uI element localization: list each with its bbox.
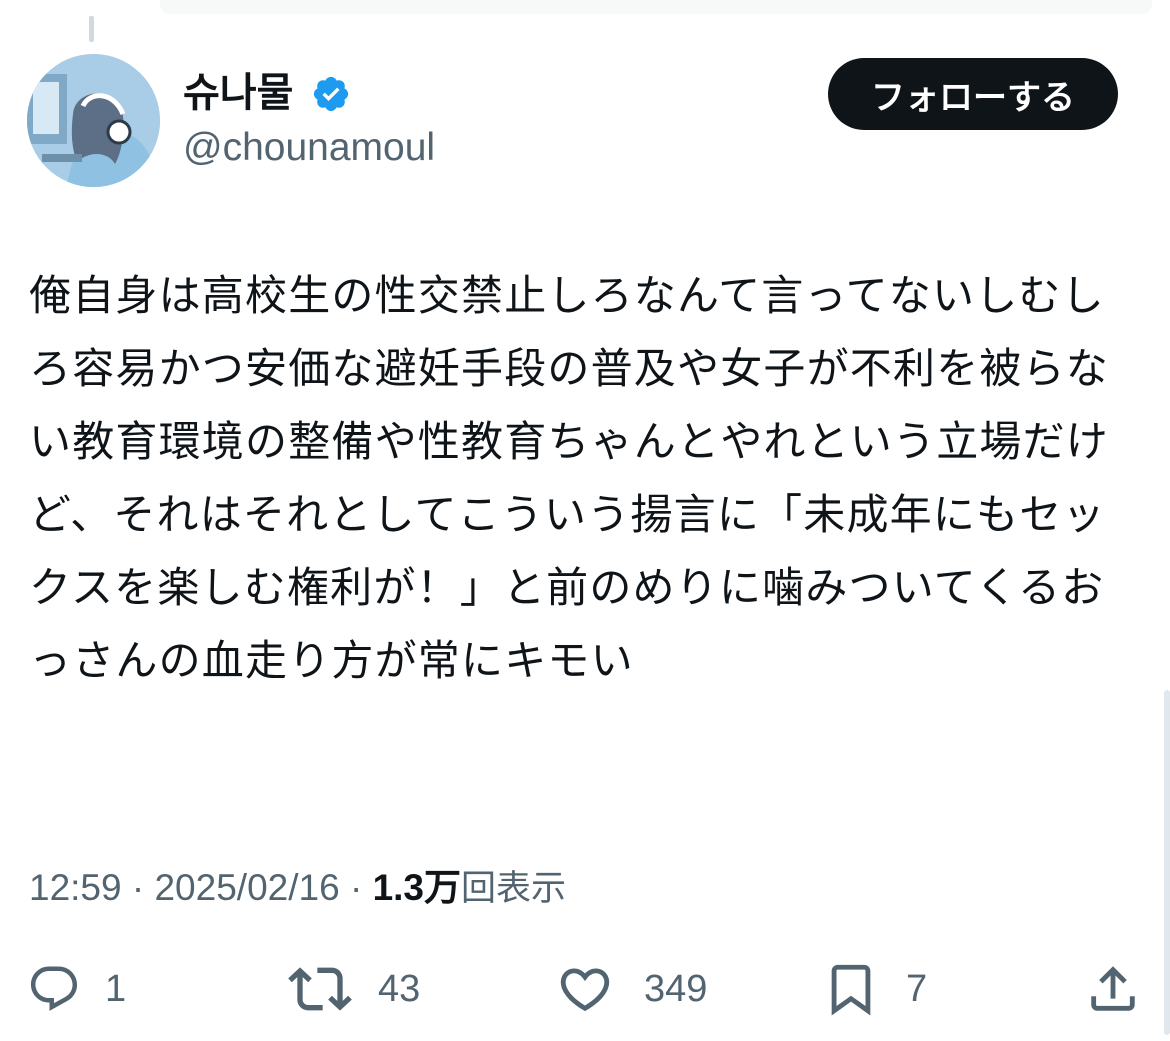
tweet-text: 俺自身は高校生の性交禁止しろなんて言ってないしむしろ容易かつ安価な避妊手段の普及… [29,271,1110,685]
avatar[interactable] [27,54,160,187]
reply-icon [30,966,78,1011]
avatar-illustration-icon [27,54,160,187]
verified-badge-icon [313,76,349,112]
previous-tweet-edge [0,0,1170,16]
share-action[interactable] [1084,960,1142,1018]
author-handle[interactable]: @chounamoul [183,123,435,173]
thread-connector-line [89,16,94,42]
tweet-date[interactable]: 2025/02/16 [154,867,339,908]
tweet-metadata: 12:59 · 2025/02/16 · 1.3万回表示 [29,863,566,914]
meta-separator: · [131,867,155,908]
author-display-name[interactable]: 슈나물 [183,68,293,118]
bookmark-count: 7 [906,967,928,1010]
bookmark-action[interactable]: 7 [822,960,927,1018]
retweet-count: 43 [378,967,421,1010]
heart-icon [560,968,610,1012]
bookmark-icon [831,964,871,1016]
follow-button[interactable]: フォローする [828,58,1118,130]
reply-count: 1 [105,967,127,1010]
views-count: 1.3万 [372,867,461,908]
like-action[interactable]: 349 [556,960,707,1018]
scrollbar[interactable] [1164,690,1170,1035]
share-icon [1091,966,1135,1011]
views-label: 回表示 [461,869,567,909]
tweet-time[interactable]: 12:59 [29,867,122,908]
reply-action[interactable]: 1 [27,960,126,1018]
retweet-icon [288,967,352,1011]
retweet-action[interactable]: 43 [288,960,420,1018]
like-count: 349 [644,967,708,1010]
meta-separator: · [349,867,373,908]
